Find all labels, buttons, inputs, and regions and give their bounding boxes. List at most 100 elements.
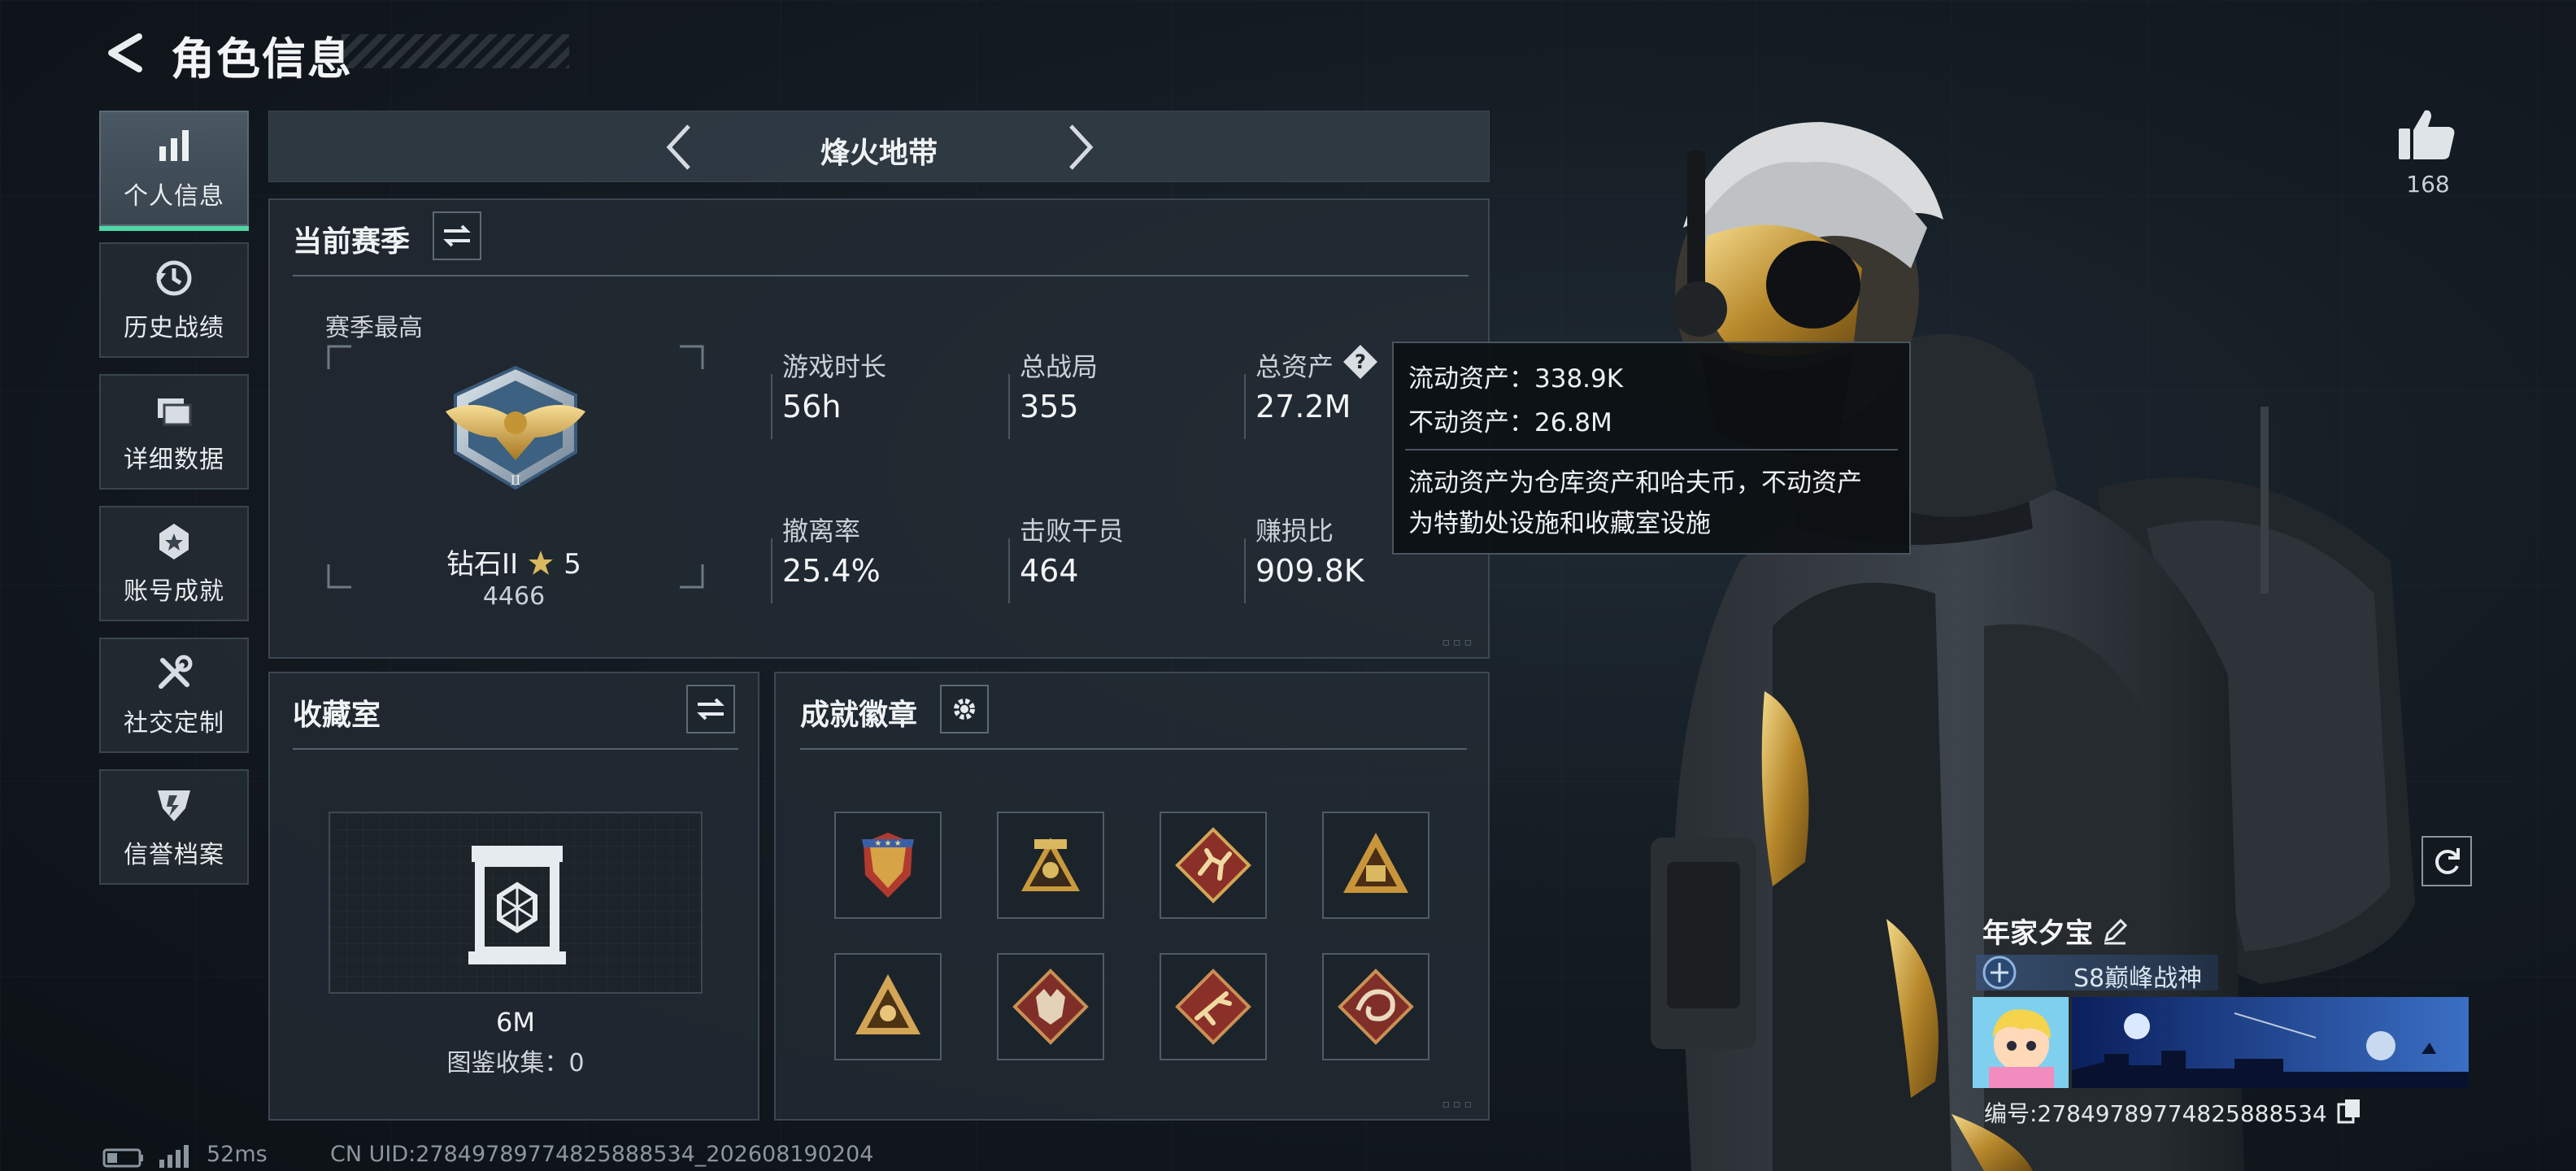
tooltip-desc-line2: 为特勤处设施和收藏室设施 bbox=[1408, 509, 1711, 538]
stat-label-matches: 总战局 bbox=[1020, 351, 1099, 382]
corner-decoration: ▫▫▫ bbox=[1442, 636, 1475, 649]
season-switch-button[interactable] bbox=[433, 211, 481, 260]
nav-label: 账号成就 bbox=[124, 577, 224, 606]
title-emblem-icon bbox=[1982, 956, 2017, 990]
stat-value-assets: 27.2M bbox=[1255, 389, 1351, 424]
mode-selector: 烽火地带 bbox=[268, 111, 1490, 182]
nav-item-reputation[interactable]: 信誉档案 bbox=[99, 769, 249, 885]
divider bbox=[293, 748, 738, 750]
badges-title: 成就徽章 bbox=[800, 699, 918, 732]
stat-value-profit-ratio: 909.8K bbox=[1255, 553, 1364, 589]
season-panel: 当前赛季 赛季最高 II 钻石II 5 4466 游戏时长 56h 总战局 35… bbox=[268, 198, 1490, 659]
achievement-star-icon bbox=[159, 524, 189, 559]
avatar[interactable] bbox=[1973, 997, 2069, 1088]
rank-emblem-icon: II bbox=[446, 365, 585, 490]
svg-text:★ ★ ★: ★ ★ ★ bbox=[874, 839, 901, 848]
badge-slot-8[interactable] bbox=[1322, 953, 1429, 1060]
gun-badge-icon bbox=[1175, 969, 1251, 1045]
refresh-button[interactable] bbox=[2422, 836, 2472, 886]
nav-item-account-achievements[interactable]: 账号成就 bbox=[99, 506, 249, 621]
player-name: 年家夕宝 bbox=[1982, 917, 2093, 950]
helmet-badge-icon bbox=[1021, 838, 1080, 891]
mode-title: 烽火地带 bbox=[820, 137, 938, 170]
side-nav: 个人信息 历史战绩 详细数据 账号成就 社交定制 信誉档案 bbox=[99, 111, 249, 901]
tools-icon bbox=[159, 655, 193, 689]
divider bbox=[771, 374, 772, 439]
ping-value: 52ms bbox=[207, 1142, 268, 1167]
collection-display[interactable] bbox=[329, 812, 703, 994]
refresh-icon bbox=[2435, 848, 2460, 874]
nav-label: 信誉档案 bbox=[124, 841, 224, 869]
tooltip-liquid-assets: 流动资产：338.9K bbox=[1408, 364, 1624, 394]
page-title: 角色信息 bbox=[171, 33, 353, 85]
back-arrow-icon bbox=[108, 33, 142, 72]
badges-settings-button[interactable] bbox=[940, 685, 989, 734]
corner-decoration: ▫▫▫ bbox=[1442, 1098, 1475, 1111]
mode-next-button[interactable] bbox=[1053, 120, 1108, 175]
stat-value-extract-rate: 25.4% bbox=[782, 553, 881, 589]
rank-stars: 5 bbox=[564, 548, 581, 581]
season-best-label: 赛季最高 bbox=[325, 314, 423, 342]
display-case-icon bbox=[468, 846, 566, 964]
rank-info: 钻石II 5 bbox=[376, 542, 652, 581]
divider bbox=[1008, 538, 1010, 603]
rank-name: 钻石II bbox=[446, 548, 519, 581]
collection-switch-button[interactable] bbox=[686, 685, 735, 734]
stat-value-playtime: 56h bbox=[782, 389, 842, 424]
stat-label-extract-rate: 撤离率 bbox=[782, 516, 861, 546]
gear-icon bbox=[954, 699, 975, 720]
rank-points: 4466 bbox=[482, 582, 546, 611]
chevron-right-icon bbox=[1069, 124, 1094, 170]
help-icon[interactable]: ? bbox=[1342, 343, 1379, 381]
runner-badge-icon bbox=[1175, 827, 1251, 903]
svg-text:II: II bbox=[511, 472, 521, 488]
divider bbox=[293, 275, 1469, 276]
badge-slot-4[interactable] bbox=[1322, 812, 1429, 919]
shield-icon bbox=[158, 790, 190, 821]
badge-slot-2[interactable] bbox=[997, 812, 1104, 919]
collection-title: 收藏室 bbox=[293, 699, 381, 732]
badge-slot-6[interactable] bbox=[997, 953, 1104, 1060]
svg-text:?: ? bbox=[1355, 350, 1366, 373]
wolf-badge-icon bbox=[1012, 969, 1089, 1045]
eye-badge-icon bbox=[855, 974, 920, 1034]
badge-slot-3[interactable] bbox=[1160, 812, 1267, 919]
badges-panel: 成就徽章 ★ ★ ★ ▫▫▫ bbox=[774, 672, 1490, 1121]
thumbs-up-icon[interactable] bbox=[2395, 106, 2457, 163]
nav-item-match-history[interactable]: 历史战绩 bbox=[99, 242, 249, 358]
stat-label-profit-ratio: 赚损比 bbox=[1255, 516, 1334, 546]
badge-slot-1[interactable]: ★ ★ ★ bbox=[834, 812, 942, 919]
like-count: 168 bbox=[2406, 171, 2450, 198]
edit-name-icon[interactable] bbox=[2101, 917, 2129, 945]
bar-chart-icon bbox=[159, 130, 189, 161]
divider bbox=[1405, 449, 1898, 451]
season-title: 当前赛季 bbox=[293, 225, 411, 259]
divider bbox=[771, 538, 772, 603]
copy-icon[interactable] bbox=[2337, 1098, 2361, 1124]
stat-value-matches: 355 bbox=[1020, 389, 1079, 424]
signal-icon bbox=[159, 1145, 189, 1168]
collection-panel: 收藏室 6M 图鉴收集：0 bbox=[268, 672, 759, 1121]
nav-item-detailed-data[interactable]: 详细数据 bbox=[99, 374, 249, 490]
swap-icon bbox=[697, 698, 724, 720]
player-title: S8巅峰战神 bbox=[2073, 964, 2203, 993]
collection-catalog: 图鉴收集：0 bbox=[446, 1049, 585, 1077]
dragon-badge-icon bbox=[1338, 969, 1414, 1045]
collection-value: 6M bbox=[496, 1007, 535, 1038]
badge-slot-7[interactable] bbox=[1160, 953, 1267, 1060]
history-clock-icon bbox=[156, 260, 192, 296]
divider bbox=[800, 748, 1467, 750]
stat-label-assets: 总资产 bbox=[1255, 351, 1334, 382]
battery-icon bbox=[102, 1148, 143, 1168]
nav-label: 个人信息 bbox=[124, 182, 224, 211]
nav-item-social-custom[interactable]: 社交定制 bbox=[99, 638, 249, 753]
nav-label: 历史战绩 bbox=[124, 314, 224, 342]
tooltip-desc-line1: 流动资产为仓库资产和哈夫币，不动资产 bbox=[1408, 468, 1862, 498]
back-button[interactable] bbox=[98, 24, 154, 81]
swap-icon bbox=[443, 224, 471, 247]
divider bbox=[1244, 374, 1246, 439]
nav-item-personal-info[interactable]: 个人信息 bbox=[99, 111, 249, 231]
badge-slot-5[interactable] bbox=[834, 953, 942, 1060]
eagle-badge-icon: ★ ★ ★ bbox=[862, 833, 914, 898]
title-decoration bbox=[342, 34, 569, 68]
